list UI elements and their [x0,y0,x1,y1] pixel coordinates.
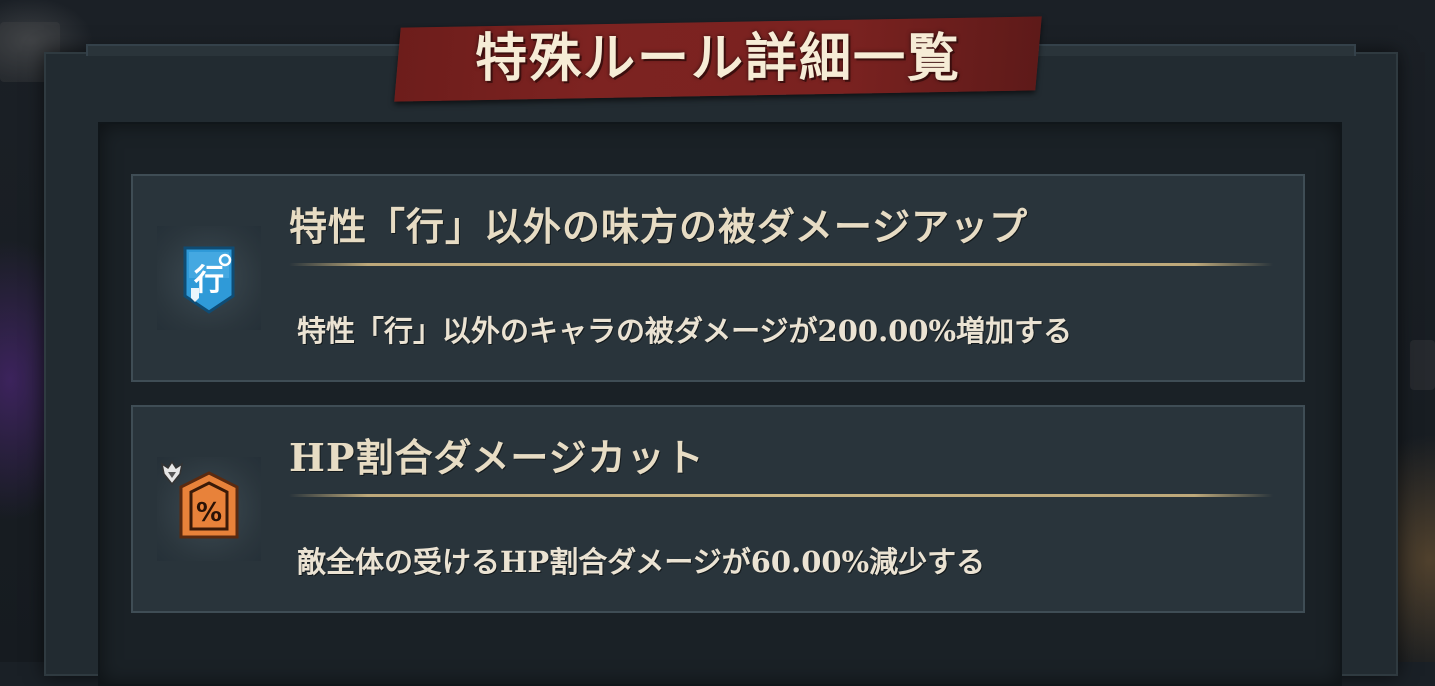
dialog-title: 特殊ルール詳細一覧 [474,28,961,89]
rule-card: 行 特性「行」以外の味方の被ダメージアップ 特性「行」以外のキャラの被ダメージが… [131,174,1305,382]
rule-description: 敵全体の受けるHP割合ダメージが60.00%減少する [297,545,986,579]
rule-icon-frame: 行 [157,226,261,330]
rule-description: 特性「行」以外のキャラの被ダメージが200.00%増加する [297,314,1073,348]
shield-gyo-icon: 行 [183,246,235,314]
rule-divider [289,263,1273,266]
rule-divider [289,494,1273,497]
rule-title: 特性「行」以外の味方の被ダメージアップ [289,204,1029,249]
rule-card: % HP割合ダメージカット 敵全体の受けるHP割合ダメージが60.00%減少する [131,405,1305,613]
svg-text:%: % [196,498,222,528]
background-blur-shape [1410,340,1435,390]
rule-title: HP割合ダメージカット [289,435,705,480]
shield-break-icon [160,460,184,486]
